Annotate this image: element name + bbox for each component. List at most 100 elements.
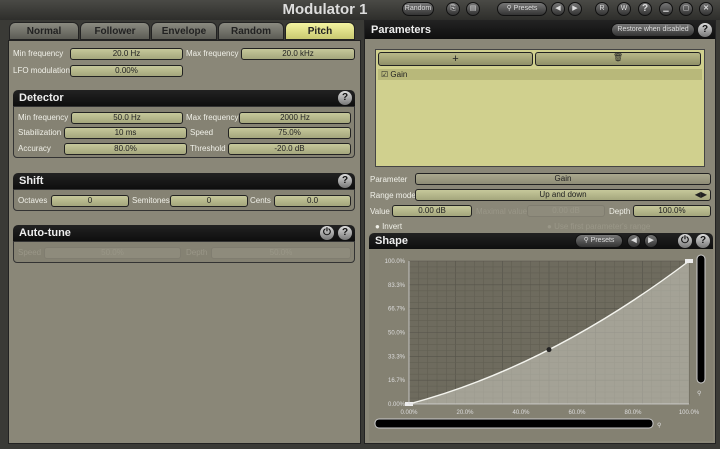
y-tick-label: 50.0% bbox=[388, 331, 406, 337]
detector-max-frequency-label: Max frequency bbox=[186, 113, 239, 122]
lfo-modulation-field[interactable]: 0.00% bbox=[70, 65, 183, 77]
arrow-left-icon[interactable]: ◀ bbox=[551, 2, 565, 16]
auto-tune-section: Speed 50.0% Depth 50.0% bbox=[13, 241, 355, 263]
threshold-field[interactable]: -20.0 dB bbox=[228, 143, 351, 155]
restore-when-disabled-button[interactable]: Restore when disabled bbox=[611, 23, 695, 37]
invert-radio[interactable]: ● Invert bbox=[375, 222, 402, 231]
detector-section: Min frequency 50.0 Hz Max frequency 2000… bbox=[13, 106, 355, 158]
y-tick-label: 100.0% bbox=[385, 259, 406, 265]
help-icon[interactable]: ? bbox=[696, 234, 710, 248]
maximal-value-field[interactable]: 0.00 dB bbox=[527, 205, 605, 217]
y-tick-label: 0.00% bbox=[388, 402, 406, 408]
help-icon[interactable]: ? bbox=[338, 226, 352, 240]
stabilization-label: Stabilization bbox=[18, 128, 62, 137]
value-field[interactable]: 0.00 dB bbox=[392, 205, 472, 217]
pitch-panel: Min frequency 20.0 Hz Max frequency 20.0… bbox=[8, 40, 361, 444]
arrow-right-icon[interactable]: ▶ bbox=[644, 234, 658, 248]
depth-field[interactable]: 100.0% bbox=[633, 205, 711, 217]
help-icon[interactable]: ? bbox=[338, 174, 352, 188]
add-parameter-button[interactable]: + bbox=[378, 52, 533, 66]
x-tick-label: 40.0% bbox=[512, 410, 530, 416]
invert-label: Invert bbox=[382, 222, 403, 231]
detector-header: Detector? bbox=[13, 90, 355, 106]
detector-max-frequency-field[interactable]: 2000 Hz bbox=[239, 112, 351, 124]
range-mode-select[interactable]: Up and down ◀▶ bbox=[415, 189, 711, 201]
value-label: Value bbox=[370, 207, 390, 216]
list-item-label: Gain bbox=[390, 70, 408, 79]
x-tick-label: 80.0% bbox=[624, 410, 642, 416]
horizontal-scrollbar[interactable] bbox=[374, 418, 654, 429]
min-frequency-field[interactable]: 20.0 Hz bbox=[70, 48, 183, 60]
power-icon[interactable]: ⏻ bbox=[678, 234, 692, 248]
y-tick-label: 16.7% bbox=[388, 378, 406, 384]
semitones-field[interactable]: 0 bbox=[170, 195, 248, 207]
octaves-label: Octaves bbox=[18, 196, 48, 205]
arrow-right-icon[interactable]: ▶ bbox=[568, 2, 582, 16]
tab-random[interactable]: Random bbox=[218, 22, 284, 40]
power-icon[interactable]: ⏻ bbox=[320, 226, 334, 240]
arrow-left-icon[interactable]: ◀ bbox=[627, 234, 641, 248]
speed-field[interactable]: 75.0% bbox=[228, 127, 351, 139]
list-item[interactable]: ☑ Gain bbox=[378, 69, 702, 80]
shape-presets-button[interactable]: ⚲ Presets bbox=[575, 234, 623, 248]
accuracy-field[interactable]: 80.0% bbox=[64, 143, 187, 155]
delete-parameter-button[interactable]: 🗑 bbox=[535, 52, 701, 66]
presets-button[interactable]: ⚲ Presets bbox=[497, 2, 547, 16]
x-tick-label: 20.0% bbox=[456, 410, 474, 416]
close-icon[interactable]: ✕ bbox=[699, 2, 713, 16]
shift-section: Octaves 0 Semitones 0 Cents 0.0 bbox=[13, 189, 355, 211]
auto-tune-speed-field[interactable]: 50.0% bbox=[44, 247, 181, 259]
y-tick-label: 66.7% bbox=[388, 307, 406, 313]
detector-min-frequency-field[interactable]: 50.0 Hz bbox=[71, 112, 183, 124]
accuracy-label: Accuracy bbox=[18, 144, 51, 153]
tab-normal[interactable]: Normal bbox=[9, 22, 79, 40]
threshold-label: Threshold bbox=[190, 144, 226, 153]
use-first-range-radio[interactable]: ● Use first parameter's range bbox=[547, 222, 650, 231]
x-tick-label: 100.0% bbox=[679, 410, 700, 416]
octaves-field[interactable]: 0 bbox=[51, 195, 129, 207]
parameters-panel: Parameters Restore when disabled ? + 🗑 ☑… bbox=[364, 20, 716, 444]
tab-pitch[interactable]: Pitch bbox=[285, 22, 355, 40]
shape-presets-label: Presets bbox=[590, 237, 615, 244]
detector-title: Detector bbox=[19, 92, 64, 104]
auto-tune-depth-label: Depth bbox=[186, 248, 208, 257]
max-frequency-field[interactable]: 20.0 kHz bbox=[241, 48, 355, 60]
curve-endpoint bbox=[685, 259, 693, 263]
help-icon[interactable]: ? bbox=[698, 23, 712, 37]
help-button[interactable]: ? bbox=[638, 2, 652, 16]
x-tick-label: 60.0% bbox=[568, 410, 586, 416]
use-first-range-label: Use first parameter's range bbox=[554, 222, 651, 231]
semitones-label: Semitones bbox=[132, 196, 170, 205]
shape-chart[interactable]: 0.00% 16.7% 33.3% 50.0% 66.7% 83.3% 100.0% 0.00… bbox=[369, 249, 713, 441]
shift-header: Shift? bbox=[13, 173, 355, 189]
max-frequency-label: Max frequency bbox=[186, 49, 239, 58]
parameter-field[interactable]: Gain bbox=[415, 173, 711, 185]
zoom-icon[interactable]: ⚲ bbox=[657, 422, 661, 429]
speed-label: Speed bbox=[190, 128, 214, 137]
parameters-title: Parameters bbox=[371, 24, 431, 36]
range-mode-value: Up and down bbox=[539, 190, 587, 199]
auto-tune-header: Auto-tune ⏻? bbox=[13, 225, 355, 241]
tab-envelope[interactable]: Envelope bbox=[151, 22, 217, 40]
detector-min-frequency-label: Min frequency bbox=[18, 113, 69, 122]
read-button[interactable]: R bbox=[595, 2, 609, 16]
copy-icon[interactable]: ⎘ bbox=[446, 2, 460, 16]
range-mode-label: Range mode bbox=[370, 191, 416, 200]
auto-tune-depth-field[interactable]: 50.0% bbox=[211, 247, 351, 259]
depth-label: Depth bbox=[609, 207, 631, 216]
title-bar: Modulator 1 bbox=[0, 0, 720, 20]
tab-follower[interactable]: Follower bbox=[80, 22, 150, 40]
cents-field[interactable]: 0.0 bbox=[274, 195, 351, 207]
paste-icon[interactable]: ▤ bbox=[466, 2, 480, 16]
zoom-icon[interactable]: ⚲ bbox=[697, 390, 701, 397]
vertical-scrollbar[interactable] bbox=[696, 254, 706, 384]
range-arrows-icon[interactable]: ◀▶ bbox=[695, 190, 707, 200]
write-button[interactable]: W bbox=[617, 2, 631, 16]
lfo-modulation-label: LFO modulation bbox=[13, 66, 70, 75]
help-icon[interactable]: ? bbox=[338, 91, 352, 105]
random-button[interactable]: Random bbox=[402, 2, 434, 16]
minimize-icon[interactable]: ▁ bbox=[659, 2, 673, 16]
stabilization-field[interactable]: 10 ms bbox=[64, 127, 187, 139]
y-tick-label: 33.3% bbox=[388, 354, 406, 360]
maximize-icon[interactable]: ▢ bbox=[679, 2, 693, 16]
